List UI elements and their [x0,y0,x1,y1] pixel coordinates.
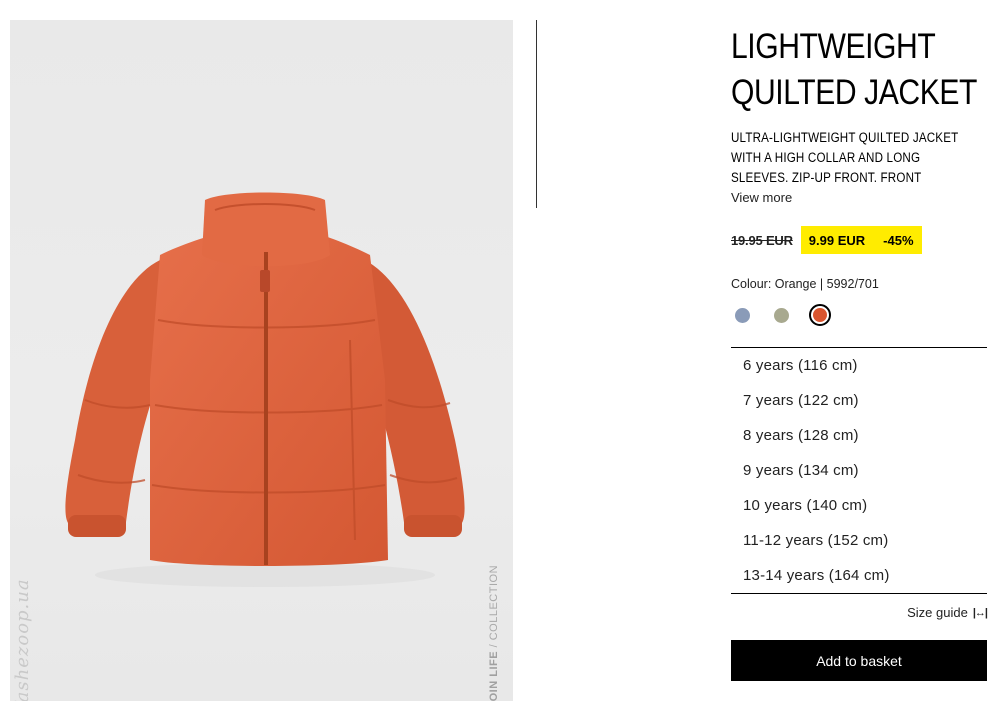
jacket-illustration [65,192,465,587]
product-title: LIGHTWEIGHT QUILTED JACKET [731,24,977,116]
view-more-link[interactable]: View more [731,190,792,205]
price-row: 19.95 EUR 9.99 EUR -45% [731,226,922,254]
swatch-orange-selected[interactable] [809,304,831,326]
size-option[interactable]: 7 years (122 cm) [743,392,859,409]
size-option[interactable]: 8 years (128 cm) [743,427,859,444]
size-option[interactable]: 10 years (140 cm) [743,497,867,514]
swatch-khaki[interactable] [774,308,789,323]
colour-info: Colour: Orange | 5992/701 [731,277,879,291]
size-option[interactable]: 13-14 years (164 cm) [743,567,890,584]
join-life-label: JOIN LIFE / COLLECTION [488,565,500,701]
product-title-line2: QUILTED JACKET [731,73,977,112]
discount-percent: -45% [883,232,914,248]
description-line2: WITH A HIGH COLLAR AND LONG [731,150,921,165]
size-option[interactable]: 6 years (116 cm) [743,357,858,374]
size-option[interactable]: 9 years (134 cm) [743,462,859,479]
swatch-blue[interactable] [735,308,750,323]
description-line3: SLEEVES. ZIP-UP FRONT. FRONT [731,170,922,185]
sale-price-badge: 9.99 EUR -45% [800,226,922,254]
old-price: 19.95 EUR [731,232,793,248]
size-guide-label: Size guide [907,605,968,620]
vertical-divider [536,20,537,208]
ruler-icon: |↔| [972,606,988,619]
swatch-orange-dot [813,308,827,322]
collection-text: / COLLECTION [488,564,500,651]
size-option[interactable]: 11-12 years (152 cm) [743,532,888,549]
join-life-bold: JOIN LIFE [488,650,500,701]
product-image[interactable]: fashezoop.ua JOIN LIFE / COLLECTION [10,20,513,701]
watermark-text: fashezoop.ua [12,578,33,701]
sale-price: 9.99 EUR [808,232,866,248]
product-description: ULTRA-LIGHTWEIGHT QUILTED JACKET WITH A … [731,128,989,188]
size-guide-link[interactable]: Size guide |↔| [907,605,988,620]
add-to-basket-button[interactable]: Add to basket [731,640,987,681]
product-title-line1: LIGHTWEIGHT [731,27,936,66]
size-list: 6 years (116 cm) 7 years (122 cm) 8 year… [731,347,987,594]
description-line1: ULTRA-LIGHTWEIGHT QUILTED JACKET [731,130,959,145]
